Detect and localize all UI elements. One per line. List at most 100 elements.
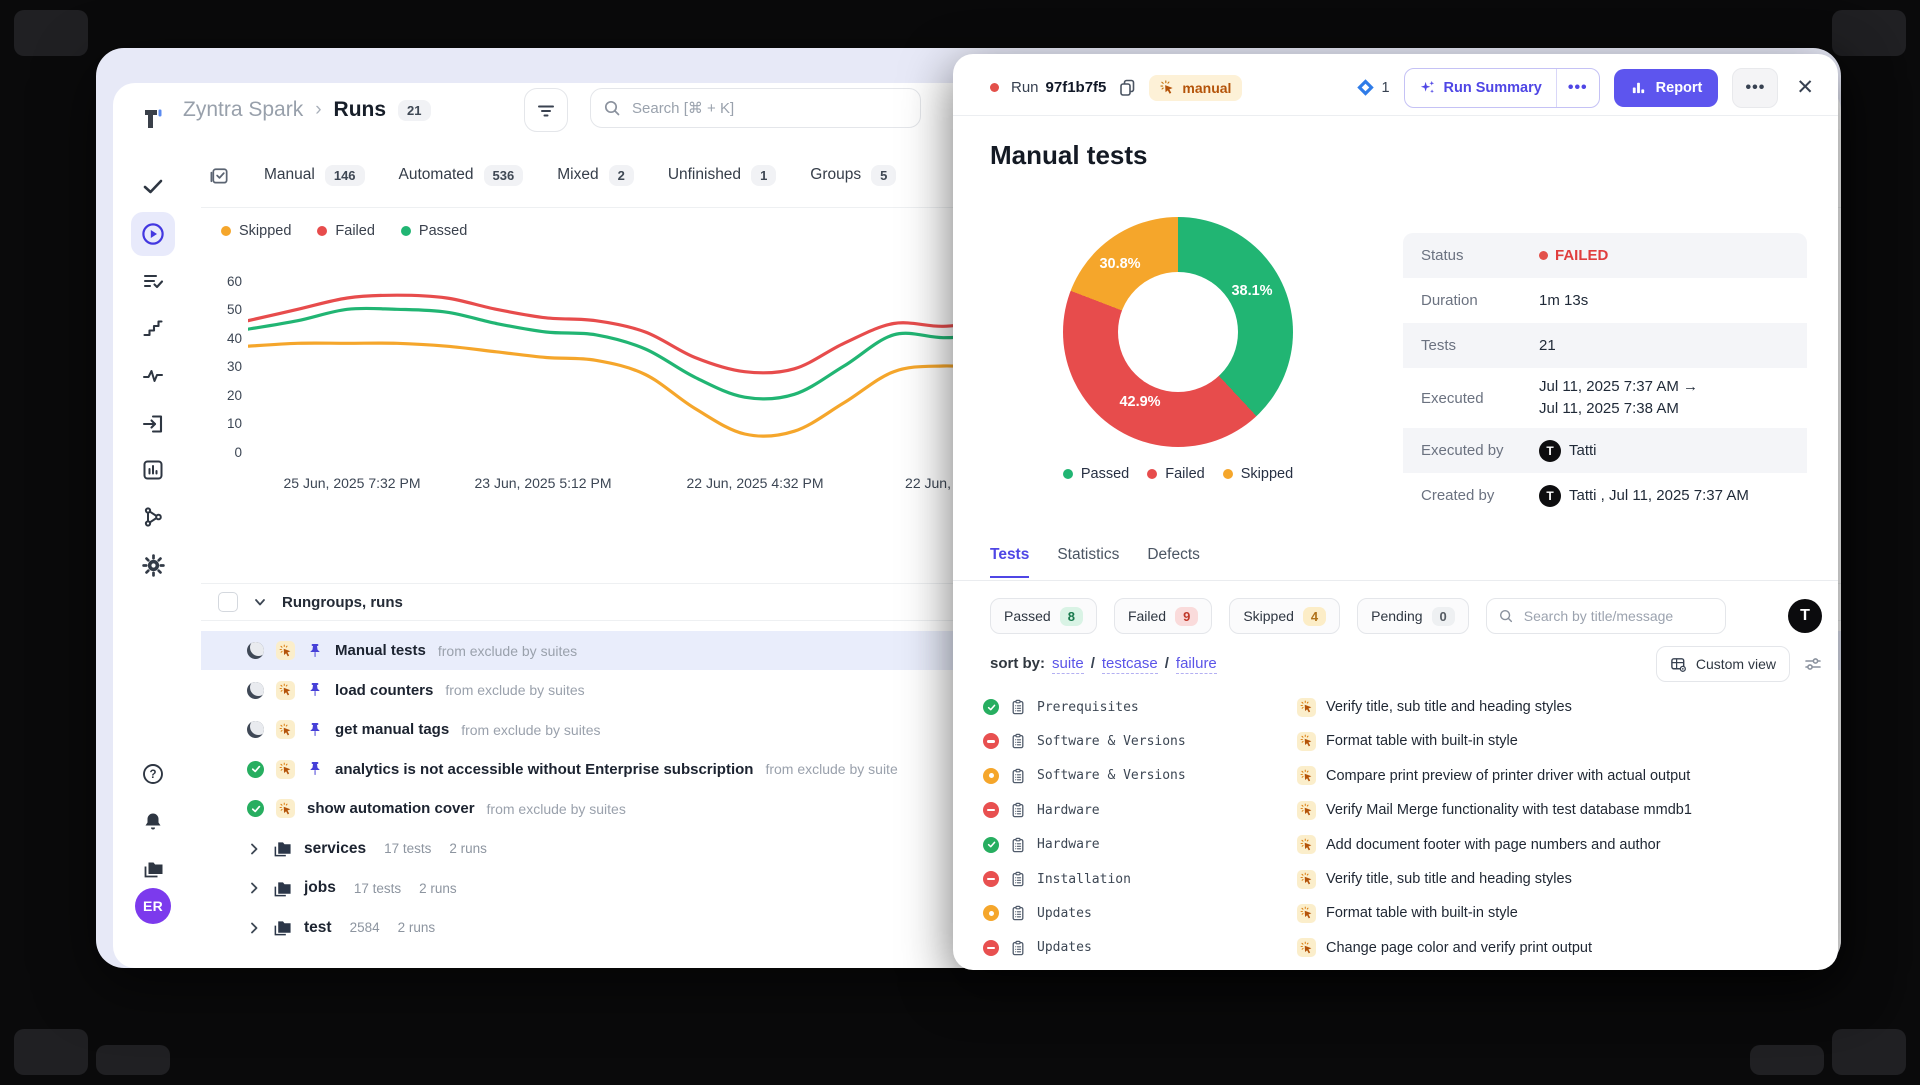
- test-suite[interactable]: Updates: [1037, 906, 1092, 921]
- sidebar-item-projects[interactable]: [131, 847, 175, 891]
- sidebar-item-help[interactable]: ?: [131, 752, 175, 796]
- legend-dot: [401, 226, 411, 236]
- test-title[interactable]: Add document footer with page numbers an…: [1326, 837, 1661, 853]
- test-title-cell[interactable]: Verify title, sub title and heading styl…: [1297, 870, 1572, 889]
- test-row[interactable]: Software & Versions Format table with bui…: [983, 724, 1828, 758]
- sidebar-item-play-circle[interactable]: [131, 212, 175, 256]
- test-row[interactable]: Hardware Add document footer with page nu…: [983, 828, 1828, 862]
- sidebar-item-steps[interactable]: [131, 306, 175, 350]
- search-input[interactable]: [630, 99, 908, 118]
- test-suite[interactable]: Prerequisites: [1037, 700, 1139, 715]
- test-suite[interactable]: Installation: [1037, 872, 1131, 887]
- test-row[interactable]: Hardware Verify Mail Merge functionality …: [983, 793, 1828, 827]
- test-suite[interactable]: Hardware: [1037, 803, 1100, 818]
- filter-button[interactable]: [524, 88, 568, 132]
- test-suite[interactable]: Software & Versions: [1037, 768, 1186, 783]
- test-suite[interactable]: Software & Versions: [1037, 734, 1186, 749]
- run-row-title[interactable]: Manual tests: [335, 642, 426, 659]
- run-row-title[interactable]: analytics is not accessible without Ente…: [335, 761, 753, 778]
- run-summary-button[interactable]: Run Summary •••: [1404, 68, 1600, 108]
- tab-label: Unfinished: [668, 166, 741, 184]
- test-title-cell[interactable]: Format table with built-in style: [1297, 732, 1518, 751]
- folder-name[interactable]: services: [304, 840, 366, 858]
- sidebar-item-check[interactable]: [131, 164, 175, 208]
- custom-view-button[interactable]: Custom view: [1656, 646, 1790, 682]
- test-title-cell[interactable]: Add document footer with page numbers an…: [1297, 835, 1661, 854]
- test-title[interactable]: Verify title, sub title and heading styl…: [1326, 871, 1572, 887]
- tab-mixed[interactable]: Mixed 2: [557, 165, 634, 186]
- chevron-right-icon[interactable]: [247, 842, 261, 856]
- test-row[interactable]: Updates Format table with built-in style: [983, 896, 1828, 930]
- test-title[interactable]: Format table with built-in style: [1326, 733, 1518, 749]
- copy-icon[interactable]: [1118, 78, 1137, 97]
- filter-chip-pending[interactable]: Pending0: [1357, 598, 1469, 634]
- sidebar-item-list-check[interactable]: [131, 259, 175, 303]
- details-tab-statistics[interactable]: Statistics: [1057, 546, 1119, 578]
- test-suite[interactable]: Updates: [1037, 940, 1092, 955]
- test-title-cell[interactable]: Verify Mail Merge functionality with tes…: [1297, 801, 1692, 820]
- donut-percent-passed: 38.1%: [1231, 283, 1272, 299]
- breadcrumb-project[interactable]: Zyntra Spark: [183, 98, 303, 122]
- test-row[interactable]: Software & Versions Compare print preview…: [983, 759, 1828, 793]
- tests-search[interactable]: [1486, 598, 1726, 634]
- sidebar-item-logo[interactable]: [131, 97, 175, 141]
- chevron-down-icon[interactable]: [252, 594, 268, 610]
- test-title-cell[interactable]: Compare print preview of printer driver …: [1297, 766, 1690, 785]
- tab-unfinished[interactable]: Unfinished 1: [668, 165, 776, 186]
- run-summary-more-button[interactable]: •••: [1556, 69, 1599, 107]
- sort-option-failure[interactable]: failure: [1176, 655, 1217, 674]
- test-row[interactable]: Prerequisites Verify title, sub title and…: [983, 690, 1828, 724]
- jira-diamond-icon[interactable]: [1356, 78, 1375, 97]
- filter-chip-failed[interactable]: Failed9: [1114, 598, 1212, 634]
- details-tab-defects[interactable]: Defects: [1147, 546, 1200, 578]
- sidebar-item-bell[interactable]: [131, 800, 175, 844]
- y-tick: 30: [198, 359, 242, 374]
- filter-chip-passed[interactable]: Passed8: [990, 598, 1097, 634]
- test-title[interactable]: Compare print preview of printer driver …: [1326, 768, 1690, 784]
- folder-name[interactable]: test: [304, 919, 332, 937]
- x-tick: 23 Jun, 2025 5:12 PM: [475, 475, 612, 491]
- sort-option-suite[interactable]: suite: [1052, 655, 1084, 674]
- sidebar-item-sign-in[interactable]: [131, 402, 175, 446]
- select-all-checkbox[interactable]: [218, 592, 238, 612]
- test-title-cell[interactable]: Format table with built-in style: [1297, 904, 1518, 923]
- global-search[interactable]: [590, 88, 921, 128]
- filter-chip-skipped[interactable]: Skipped4: [1229, 598, 1340, 634]
- test-row[interactable]: Updates Change page color and verify prin…: [983, 931, 1828, 965]
- sliders-icon[interactable]: [1804, 655, 1822, 673]
- sidebar-item-branch[interactable]: [131, 495, 175, 539]
- page-title: Runs: [334, 98, 387, 122]
- test-row[interactable]: Installation Verify title, sub title and …: [983, 862, 1828, 896]
- chevron-right-icon[interactable]: [247, 921, 261, 935]
- sidebar-item-gear[interactable]: [131, 543, 175, 587]
- run-row-title[interactable]: load counters: [335, 682, 433, 699]
- tab-manual[interactable]: Manual 146: [264, 165, 365, 186]
- run-row-title[interactable]: get manual tags: [335, 721, 449, 738]
- chevron-right-icon[interactable]: [247, 881, 261, 895]
- tests-search-input[interactable]: [1522, 607, 1714, 625]
- app-logo-avatar[interactable]: T: [1788, 599, 1822, 633]
- tab-automated[interactable]: Automated 536: [399, 165, 524, 186]
- tab-groups[interactable]: Groups 5: [810, 165, 896, 186]
- sidebar-item-pulse[interactable]: [131, 354, 175, 398]
- report-button[interactable]: Report: [1614, 69, 1719, 107]
- test-title[interactable]: Change page color and verify print outpu…: [1326, 940, 1592, 956]
- test-title-cell[interactable]: Verify title, sub title and heading styl…: [1297, 698, 1572, 717]
- info-label: Tests: [1421, 337, 1539, 354]
- panel-more-button[interactable]: •••: [1732, 68, 1778, 108]
- details-tab-tests[interactable]: Tests: [990, 546, 1029, 578]
- sort-option-testcase[interactable]: testcase: [1102, 655, 1158, 674]
- test-title[interactable]: Verify Mail Merge functionality with tes…: [1326, 802, 1692, 818]
- user-avatar[interactable]: ER: [135, 888, 171, 924]
- folder-name[interactable]: jobs: [304, 879, 336, 897]
- results-donut-chart: 38.1%42.9%30.8%: [1063, 217, 1293, 447]
- test-title-cell[interactable]: Change page color and verify print outpu…: [1297, 938, 1592, 957]
- run-row-title[interactable]: show automation cover: [307, 800, 475, 817]
- test-suite[interactable]: Hardware: [1037, 837, 1100, 852]
- test-title[interactable]: Format table with built-in style: [1326, 905, 1518, 921]
- status-filter-chips: Passed8 Failed9 Skipped4 Pending0 T: [990, 598, 1822, 634]
- run-row-source: from exclude by suites: [487, 801, 626, 817]
- test-title[interactable]: Verify title, sub title and heading styl…: [1326, 699, 1572, 715]
- sidebar-item-bar-chart[interactable]: [131, 448, 175, 492]
- close-icon[interactable]: ✕: [1796, 75, 1814, 100]
